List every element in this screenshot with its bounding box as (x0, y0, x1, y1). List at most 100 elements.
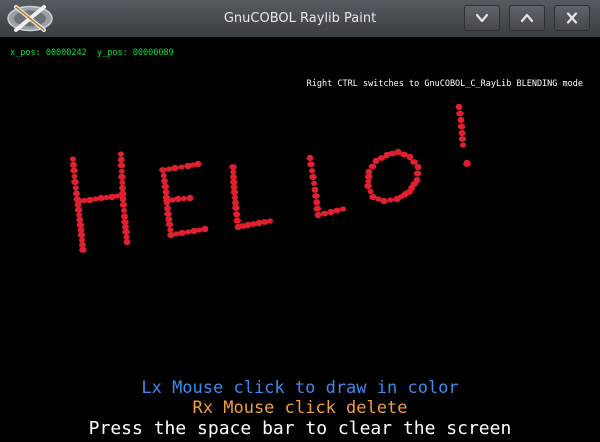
paint-dot (229, 164, 237, 170)
paint-dot (186, 194, 194, 202)
paint-dot (86, 197, 94, 203)
paint-dot (77, 232, 86, 238)
paint-dot (121, 207, 127, 214)
paint-dot (367, 188, 374, 195)
draw-instruction: Lx Mouse click to draw in color (141, 378, 459, 398)
paint-dot (314, 211, 322, 219)
paint-dot (161, 177, 168, 185)
paint-dot (313, 199, 321, 206)
paint-dot (372, 157, 380, 165)
paint-dot (71, 179, 79, 185)
paint-dot (384, 152, 390, 158)
paint-dot (232, 194, 238, 201)
paint-dot (190, 228, 198, 234)
paint-dot (232, 199, 239, 206)
paint-dot (414, 163, 422, 171)
paint-dot (185, 229, 191, 235)
paint-dot (320, 210, 329, 217)
paint-dot (122, 219, 128, 225)
paint-dot (463, 161, 471, 167)
minimize-button[interactable] (464, 5, 500, 31)
paint-dot (119, 184, 126, 192)
paint-dot (313, 205, 322, 212)
paint-dot (165, 216, 173, 223)
paint-dot (159, 167, 167, 173)
paint-dot (458, 129, 466, 137)
chevron-down-icon (475, 13, 489, 23)
paint-dot (233, 205, 239, 211)
paint-dot (167, 227, 174, 233)
paint-dot (306, 154, 314, 162)
chevron-up-icon (520, 13, 534, 23)
paint-dot (413, 176, 421, 184)
paint-dot (460, 142, 466, 148)
close-button[interactable] (554, 5, 590, 31)
paint-canvas[interactable]: x_pos: 00000242 y_pos: 00000089 Right CT… (0, 37, 600, 442)
paint-dot (118, 174, 126, 180)
paint-dot (196, 227, 203, 233)
paint-dot (458, 136, 467, 142)
paint-dot (233, 211, 241, 218)
close-icon (566, 12, 578, 24)
paint-dot (178, 164, 185, 170)
delete-instruction: Rx Mouse click delete (192, 398, 408, 418)
paint-dot (79, 247, 87, 253)
paint-dot (118, 168, 125, 174)
paint-dot (457, 123, 466, 130)
paint-dot (117, 156, 125, 163)
paint-dot (123, 238, 131, 246)
paint-dot (311, 180, 317, 186)
paint-dot (71, 173, 78, 179)
paint-dot (456, 110, 464, 117)
paint-dot (307, 161, 315, 168)
paint-dot (364, 183, 372, 189)
paint-dot (121, 213, 128, 220)
paint-dot (123, 234, 130, 240)
paint-dot (164, 205, 171, 212)
paint-dot (311, 186, 319, 193)
paint-dot (178, 230, 186, 236)
paint-dot (194, 160, 202, 168)
paint-dot (313, 193, 319, 199)
paint-dot (410, 159, 418, 165)
paint-dot (161, 183, 170, 190)
paint-dot (163, 198, 171, 204)
paint-dot (230, 183, 238, 191)
paint-dot (70, 156, 76, 162)
paint-dot (119, 179, 126, 186)
title-bar[interactable]: GnuCOBOL Raylib Paint (0, 0, 600, 38)
paint-dot (162, 188, 170, 196)
paint-dot (260, 219, 269, 225)
paint-dot (340, 206, 346, 212)
paint-dot (166, 166, 172, 172)
paint-dot (368, 163, 377, 170)
paint-dot (122, 229, 130, 235)
paint-dot (118, 151, 124, 157)
paint-dot (119, 201, 128, 208)
paint-dot (413, 170, 422, 177)
paint-dot (380, 198, 388, 204)
paint-dot (387, 197, 394, 203)
paint-dot (73, 190, 80, 197)
paint-dot (457, 116, 465, 124)
paint-dot (309, 174, 317, 180)
maximize-button[interactable] (509, 5, 545, 31)
paint-dot (233, 217, 242, 224)
paint-dot (160, 172, 167, 179)
paint-dot (230, 189, 239, 196)
paint-dot (72, 185, 79, 191)
paint-dot (455, 103, 463, 111)
paint-dot (174, 196, 182, 202)
paint-dot (165, 221, 174, 228)
paint-dot (167, 232, 175, 238)
app-window: GnuCOBOL Raylib Paint x_pos: 00000242 y_… (0, 0, 600, 442)
paint-dot (70, 161, 77, 168)
paint-dot (70, 167, 78, 174)
paint-dot (201, 225, 209, 233)
paint-dot (333, 207, 341, 214)
paint-dot (165, 211, 171, 217)
paint-dot (309, 168, 315, 174)
paint-dot (74, 207, 83, 213)
paint-dot (181, 195, 187, 202)
paint-dot (76, 212, 83, 218)
